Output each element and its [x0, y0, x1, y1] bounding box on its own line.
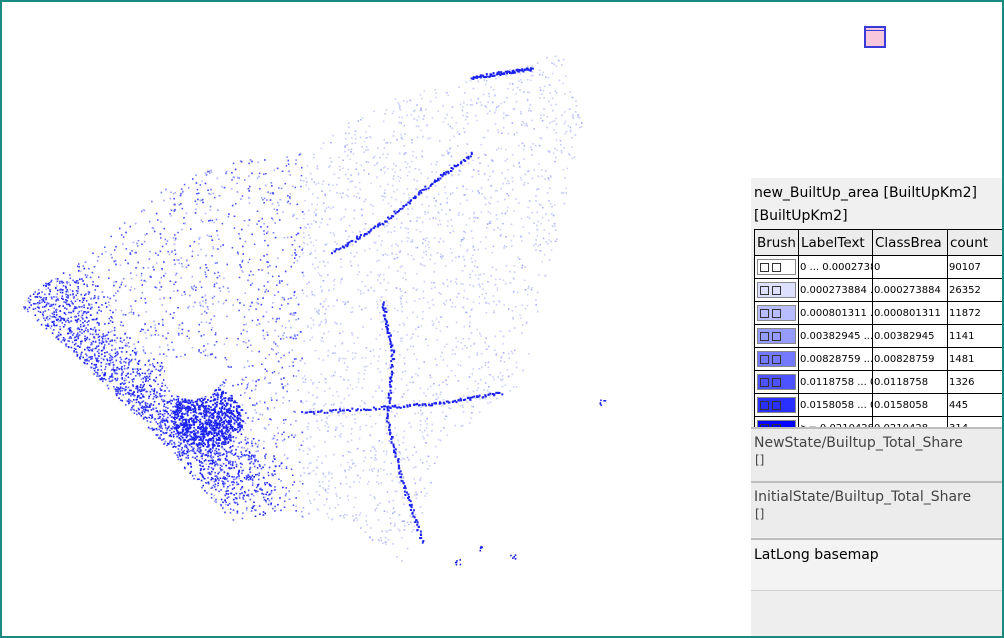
legend-classbreak: 0.000273884	[872, 278, 948, 302]
brush-swatch-icon	[757, 328, 796, 344]
lake-shape	[164, 355, 220, 399]
brush-square-icon	[760, 262, 769, 272]
map-window: new_BuiltUp_area [BuiltUpKm2] [BuiltUpKm…	[0, 0, 1004, 638]
brush-square-icon	[760, 377, 769, 387]
brush-square-icon	[772, 285, 781, 295]
legend-count: 26352	[947, 278, 1002, 302]
legend-classbreak: 0.0158058	[872, 393, 948, 417]
legend-brush[interactable]	[754, 370, 799, 394]
legend-classbreak: 0.0118758	[872, 370, 948, 394]
initialstate-layer-title: InitialState/Builtup_Total_Share	[754, 489, 972, 505]
legend-row[interactable]: 0.00382945 ... 0.000.003829451141	[754, 324, 1002, 348]
brush-square-icon	[772, 331, 781, 341]
brush-square-icon	[760, 331, 769, 341]
legend-count: 445	[947, 393, 1002, 417]
newstate-layer-title: NewState/Builtup_Total_Share	[754, 435, 963, 451]
legend-label: 0 ... 0.000273880	[798, 255, 873, 279]
brush-square-icon	[772, 400, 781, 410]
legend-table: Brush LabelText ClassBrea count 0 ... 0.…	[754, 229, 1002, 440]
basemap-layer-title: LatLong basemap	[754, 547, 879, 563]
layer-title-line1: new_BuiltUp_area [BuiltUpKm2]	[754, 185, 978, 201]
column-header-brush[interactable]: Brush	[754, 229, 799, 256]
builtup-map[interactable]	[2, 2, 750, 636]
legend-row[interactable]: 0 ... 0.000273880090107	[754, 255, 1002, 279]
legend-row[interactable]: 0.00828759 ... 0.010.008287591481	[754, 347, 1002, 371]
brush-swatch-icon	[757, 282, 796, 298]
legend-count: 1326	[947, 370, 1002, 394]
brush-square-icon	[772, 377, 781, 387]
column-header-labeltext[interactable]: LabelText	[798, 229, 873, 256]
brush-square-icon	[772, 354, 781, 364]
legend-row[interactable]: 0.0158058 ... 0.02100.0158058445	[754, 393, 1002, 417]
brush-square-icon	[772, 262, 781, 272]
legend-row[interactable]: 0.000801311 ... 0.000.00080131111872	[754, 301, 1002, 325]
builtup-pixels	[23, 55, 607, 566]
brush-square-icon	[760, 308, 769, 318]
column-header-classbreak[interactable]: ClassBrea	[872, 229, 948, 256]
brush-swatch-icon	[757, 397, 796, 413]
legend-panel: new_BuiltUp_area [BuiltUpKm2] [BuiltUpKm…	[751, 178, 1002, 636]
brush-swatch-icon	[757, 351, 796, 367]
selection-marker-icon[interactable]	[864, 26, 886, 48]
brush-square-icon	[760, 400, 769, 410]
layer-title-line2: [BuiltUpKm2]	[754, 208, 848, 224]
brush-swatch-icon	[757, 374, 796, 390]
brush-square-icon	[772, 308, 781, 318]
layer-title[interactable]: new_BuiltUp_area [BuiltUpKm2] [BuiltUpKm…	[751, 178, 1002, 228]
legend-label: 0.0118758 ... 0.0158	[798, 370, 873, 394]
legend-row[interactable]: 0.000273884 ... 0.000.00027388426352	[754, 278, 1002, 302]
legend-label: 0.000801311 ... 0.00	[798, 301, 873, 325]
legend-count: 1481	[947, 347, 1002, 371]
newstate-layer-value: []	[755, 453, 765, 467]
legend-classbreak: 0.000801311	[872, 301, 948, 325]
brush-swatch-icon	[757, 259, 796, 275]
legend-label: 0.00828759 ... 0.01	[798, 347, 873, 371]
brush-square-icon	[760, 354, 769, 364]
legend-brush[interactable]	[754, 324, 799, 348]
legend-classbreak: 0.00828759	[872, 347, 948, 371]
legend-classbreak: 0.00382945	[872, 324, 948, 348]
legend-brush[interactable]	[754, 347, 799, 371]
newstate-layer[interactable]: NewState/Builtup_Total_Share []	[751, 427, 1002, 483]
legend-brush[interactable]	[754, 393, 799, 417]
legend-label: 0.000273884 ... 0.00	[798, 278, 873, 302]
legend-row[interactable]: 0.0118758 ... 0.01580.01187581326	[754, 370, 1002, 394]
initialstate-layer-value: []	[755, 507, 765, 521]
legend-count: 1141	[947, 324, 1002, 348]
legend-count: 90107	[947, 255, 1002, 279]
legend-header-row: Brush LabelText ClassBrea count	[754, 229, 1002, 256]
legend-count: 11872	[947, 301, 1002, 325]
legend-empty-area	[751, 590, 1002, 636]
column-header-count[interactable]: count	[947, 229, 1002, 256]
basemap-layer[interactable]: LatLong basemap	[751, 538, 1002, 592]
legend-brush[interactable]	[754, 255, 799, 279]
legend-brush[interactable]	[754, 278, 799, 302]
legend-classbreak: 0	[872, 255, 948, 279]
legend-label: 0.0158058 ... 0.0210	[798, 393, 873, 417]
initialstate-layer[interactable]: InitialState/Builtup_Total_Share []	[751, 481, 1002, 537]
brush-square-icon	[760, 285, 769, 295]
brush-swatch-icon	[757, 305, 796, 321]
legend-brush[interactable]	[754, 301, 799, 325]
legend-label: 0.00382945 ... 0.00	[798, 324, 873, 348]
